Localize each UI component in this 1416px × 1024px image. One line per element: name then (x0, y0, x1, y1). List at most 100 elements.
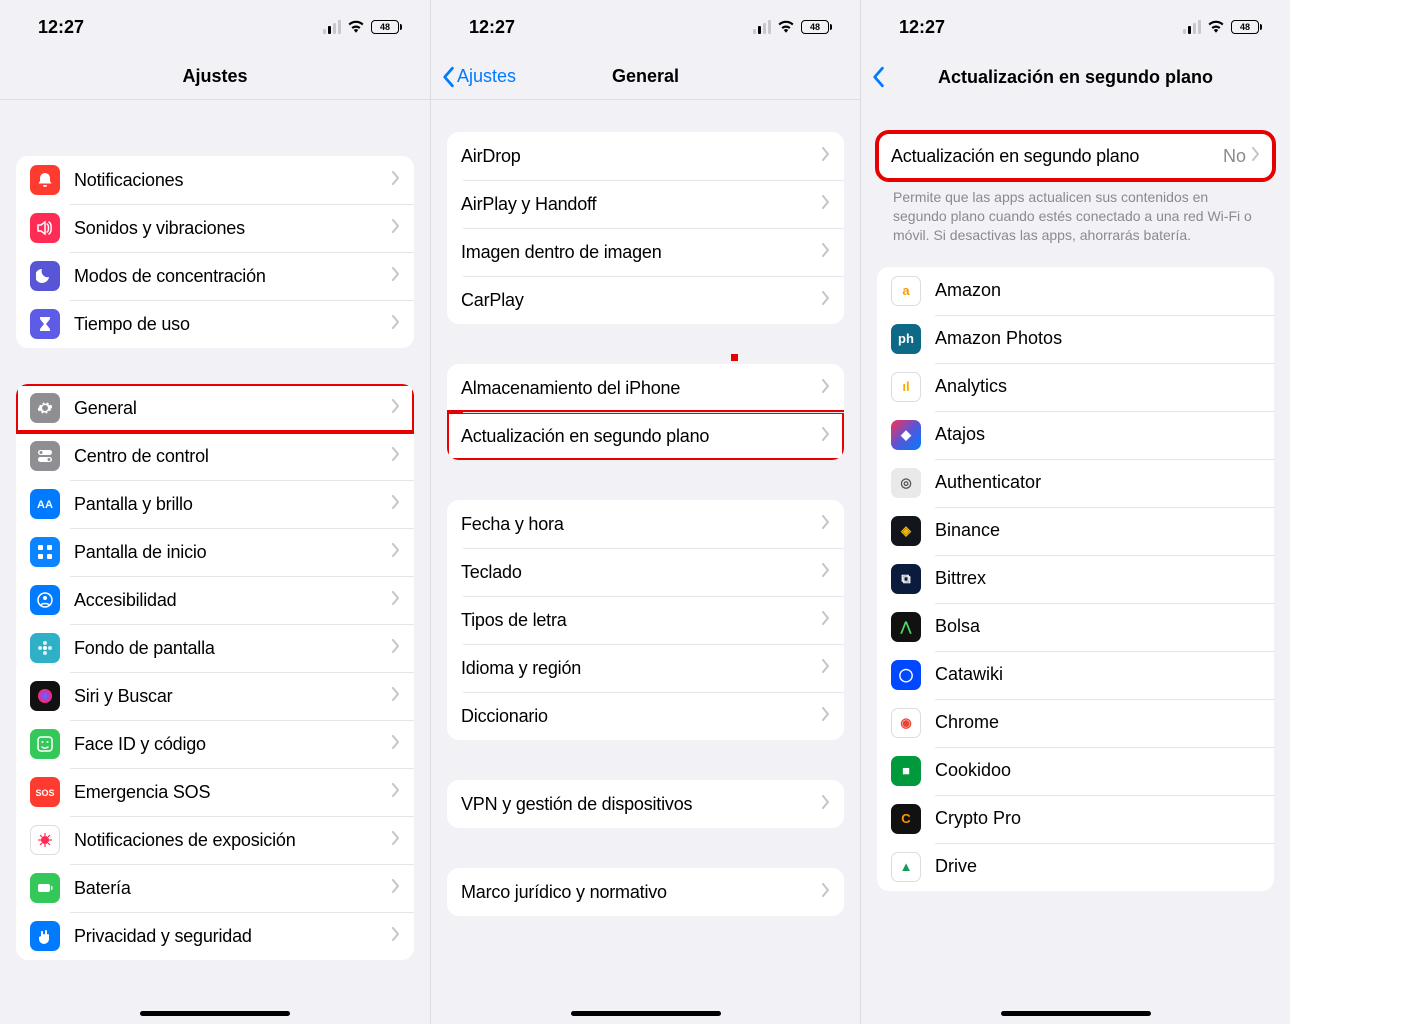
app-row-binance[interactable]: ◈Binance (877, 507, 1274, 555)
row-vpn-y-gesti-n-de-dispositivos[interactable]: VPN y gestión de dispositivos (447, 780, 844, 828)
row-tipos-de-letra[interactable]: Tipos de letra (447, 596, 844, 644)
row-label: AirPlay y Handoff (461, 194, 822, 215)
app-label: Atajos (935, 424, 1260, 445)
app-icon: ⧉ (891, 564, 921, 594)
row-tiempo-de-uso[interactable]: Tiempo de uso (16, 300, 414, 348)
cellular-icon (1183, 20, 1201, 34)
row-carplay[interactable]: CarPlay (447, 276, 844, 324)
row-privacidad-y-seguridad[interactable]: Privacidad y seguridad (16, 912, 414, 960)
row-label: Siri y Buscar (74, 686, 392, 707)
app-row-cookidoo[interactable]: ■Cookidoo (877, 747, 1274, 795)
row-sonidos-y-vibraciones[interactable]: Sonidos y vibraciones (16, 204, 414, 252)
app-icon: ıl (891, 372, 921, 402)
row-teclado[interactable]: Teclado (447, 548, 844, 596)
row-label: Fondo de pantalla (74, 638, 392, 659)
chevron-right-icon (822, 291, 830, 310)
sos-icon: SOS (30, 777, 60, 807)
app-row-amazon-photos[interactable]: phAmazon Photos (877, 315, 1274, 363)
master-toggle-group: Actualización en segundo plano No (877, 132, 1274, 180)
settings-group-general: General Centro de controlAAPantalla y bri… (16, 384, 414, 960)
aa-icon: AA (30, 489, 60, 519)
app-row-catawiki[interactable]: ◯Catawiki (877, 651, 1274, 699)
app-row-amazon[interactable]: aAmazon (877, 267, 1274, 315)
row-fondo-de-pantalla[interactable]: Fondo de pantalla (16, 624, 414, 672)
refresh-list[interactable]: Actualización en segundo plano No Permit… (861, 100, 1290, 1024)
row-almacenamiento-del-iphone[interactable]: Almacenamiento del iPhone (447, 364, 844, 412)
row-centro-de-control[interactable]: Centro de control (16, 432, 414, 480)
chevron-right-icon (822, 147, 830, 166)
switches-icon (30, 441, 60, 471)
app-row-authenticator[interactable]: ◎Authenticator (877, 459, 1274, 507)
app-row-analytics[interactable]: ılAnalytics (877, 363, 1274, 411)
page-title: General (612, 66, 679, 87)
page-title: Actualización en segundo plano (938, 67, 1213, 88)
chevron-left-icon (871, 66, 885, 88)
back-button[interactable] (871, 66, 885, 88)
row-notificaciones-de-exposici-n[interactable]: Notificaciones de exposición (16, 816, 414, 864)
grid-icon (30, 537, 60, 567)
chevron-right-icon (392, 735, 400, 754)
chevron-right-icon (392, 495, 400, 514)
app-label: Catawiki (935, 664, 1260, 685)
chevron-right-icon (822, 883, 830, 902)
row-airdrop[interactable]: AirDrop (447, 132, 844, 180)
row-face-id-y-c-digo[interactable]: Face ID y código (16, 720, 414, 768)
home-indicator[interactable] (1001, 1011, 1151, 1016)
hand-icon (30, 921, 60, 951)
app-row-atajos[interactable]: ◆Atajos (877, 411, 1274, 459)
wifi-icon (1207, 17, 1225, 38)
chevron-right-icon (822, 707, 830, 726)
person-icon (30, 585, 60, 615)
row-siri-y-buscar[interactable]: Siri y Buscar (16, 672, 414, 720)
home-indicator[interactable] (140, 1011, 290, 1016)
back-button[interactable]: Ajustes (441, 66, 516, 88)
app-row-bolsa[interactable]: ⋀Bolsa (877, 603, 1274, 651)
bell-icon (30, 165, 60, 195)
row-actualizaci-n-en-segundo-plano[interactable]: Actualización en segundo plano (447, 412, 844, 460)
settings-list[interactable]: Notificaciones Sonidos y vibraciones Modos… (0, 100, 430, 1024)
status-indicators: 48 (323, 17, 402, 38)
general-list[interactable]: AirDrop AirPlay y Handoff Imagen dentro de… (431, 100, 860, 1024)
wifi-icon (777, 17, 795, 38)
row-notificaciones[interactable]: Notificaciones (16, 156, 414, 204)
status-time: 12:27 (38, 17, 84, 38)
app-row-drive[interactable]: ▲Drive (877, 843, 1274, 891)
row-pantalla-de-inicio[interactable]: Pantalla de inicio (16, 528, 414, 576)
row-label: Sonidos y vibraciones (74, 218, 392, 239)
app-row-crypto-pro[interactable]: CCrypto Pro (877, 795, 1274, 843)
row-label: Tiempo de uso (74, 314, 392, 335)
back-label: Ajustes (457, 66, 516, 87)
battery-icon: 48 (801, 20, 832, 34)
row-emergencia-sos[interactable]: SOSEmergencia SOS (16, 768, 414, 816)
nav-bar: Actualización en segundo plano (861, 54, 1290, 100)
row-label: Almacenamiento del iPhone (461, 378, 822, 399)
row-imagen-dentro-de-imagen[interactable]: Imagen dentro de imagen (447, 228, 844, 276)
battery-icon: 48 (1231, 20, 1262, 34)
app-icon: a (891, 276, 921, 306)
screen-background-refresh: 12:27 48 Actualización en segundo plano … (860, 0, 1290, 1024)
cellular-icon (323, 20, 341, 34)
row-general[interactable]: General (16, 384, 414, 432)
row-modos-de-concentraci-n[interactable]: Modos de concentración (16, 252, 414, 300)
nav-bar: Ajustes General (431, 54, 860, 100)
row-airplay-y-handoff[interactable]: AirPlay y Handoff (447, 180, 844, 228)
row-label: CarPlay (461, 290, 822, 311)
row-idioma-y-regi-n[interactable]: Idioma y región (447, 644, 844, 692)
row-marco-jur-dico-y-normativo[interactable]: Marco jurídico y normativo (447, 868, 844, 916)
chevron-right-icon (392, 927, 400, 946)
chevron-right-icon (392, 783, 400, 802)
status-indicators: 48 (753, 17, 832, 38)
row-accesibilidad[interactable]: Accesibilidad (16, 576, 414, 624)
app-row-chrome[interactable]: ◉Chrome (877, 699, 1274, 747)
row-diccionario[interactable]: Diccionario (447, 692, 844, 740)
home-indicator[interactable] (571, 1011, 721, 1016)
row-background-refresh-master[interactable]: Actualización en segundo plano No (877, 132, 1274, 180)
row-label: General (74, 398, 392, 419)
status-bar: 12:27 48 (861, 0, 1290, 54)
row-bater-a[interactable]: Batería (16, 864, 414, 912)
app-label: Authenticator (935, 472, 1260, 493)
app-row-bittrex[interactable]: ⧉Bittrex (877, 555, 1274, 603)
row-pantalla-y-brillo[interactable]: AAPantalla y brillo (16, 480, 414, 528)
row-fecha-y-hora[interactable]: Fecha y hora (447, 500, 844, 548)
app-icon: C (891, 804, 921, 834)
